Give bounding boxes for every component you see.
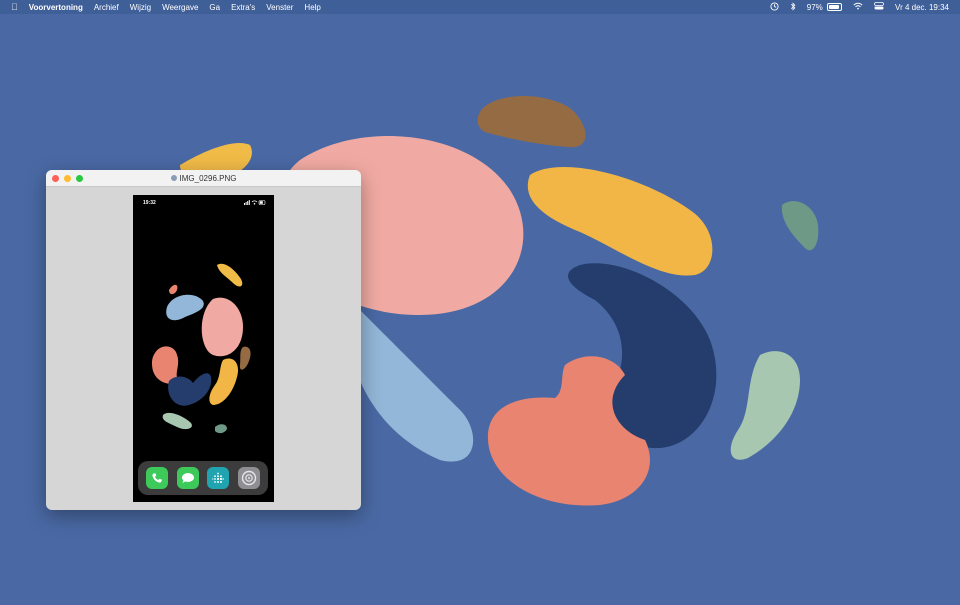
phone-screenshot-image: 19:32 [133,195,274,502]
battery-percent: 97% [806,2,823,12]
control-center-icon[interactable] [874,2,884,12]
minimize-window-button[interactable] [64,175,71,182]
menu-help[interactable]: Help [304,3,320,12]
close-window-button[interactable] [52,175,59,182]
apple-logo-icon[interactable]:  [11,2,18,12]
phone-dock [138,461,268,495]
zoom-window-button[interactable] [76,175,83,182]
clock-icon[interactable] [770,1,779,13]
wifi-icon[interactable] [853,2,863,12]
messages-app-icon [176,467,199,489]
menu-ga[interactable]: Ga [209,3,220,12]
settings-gear-icon [237,467,260,489]
menu-wijzig[interactable]: Wijzig [130,3,151,12]
window-titlebar[interactable]: IMG_0296.PNG [46,170,361,187]
fitbit-app-icon [207,467,230,489]
preview-window: IMG_0296.PNG 19:32 [46,170,361,510]
phone-app-icon [146,467,169,489]
battery-status[interactable]: 97% [806,2,843,12]
menu-archief[interactable]: Archief [94,3,119,12]
document-icon [170,175,177,181]
phone-wallpaper-shapes [151,263,251,434]
traffic-lights [52,175,83,182]
menu-app-name[interactable]: Voorvertoning [29,3,83,12]
window-title: IMG_0296.PNG [179,173,237,183]
menu-venster[interactable]: Venster [266,3,293,12]
bluetooth-icon[interactable] [790,1,796,13]
menu-datetime[interactable]: Vr 4 dec. 19:34 [895,3,949,12]
menu-extras[interactable]: Extra's [231,3,255,12]
menu-bar:  Voorvertoning Archief Wijzig Weergave … [0,0,960,14]
battery-icon [827,3,843,12]
menu-weergave[interactable]: Weergave [162,3,198,12]
